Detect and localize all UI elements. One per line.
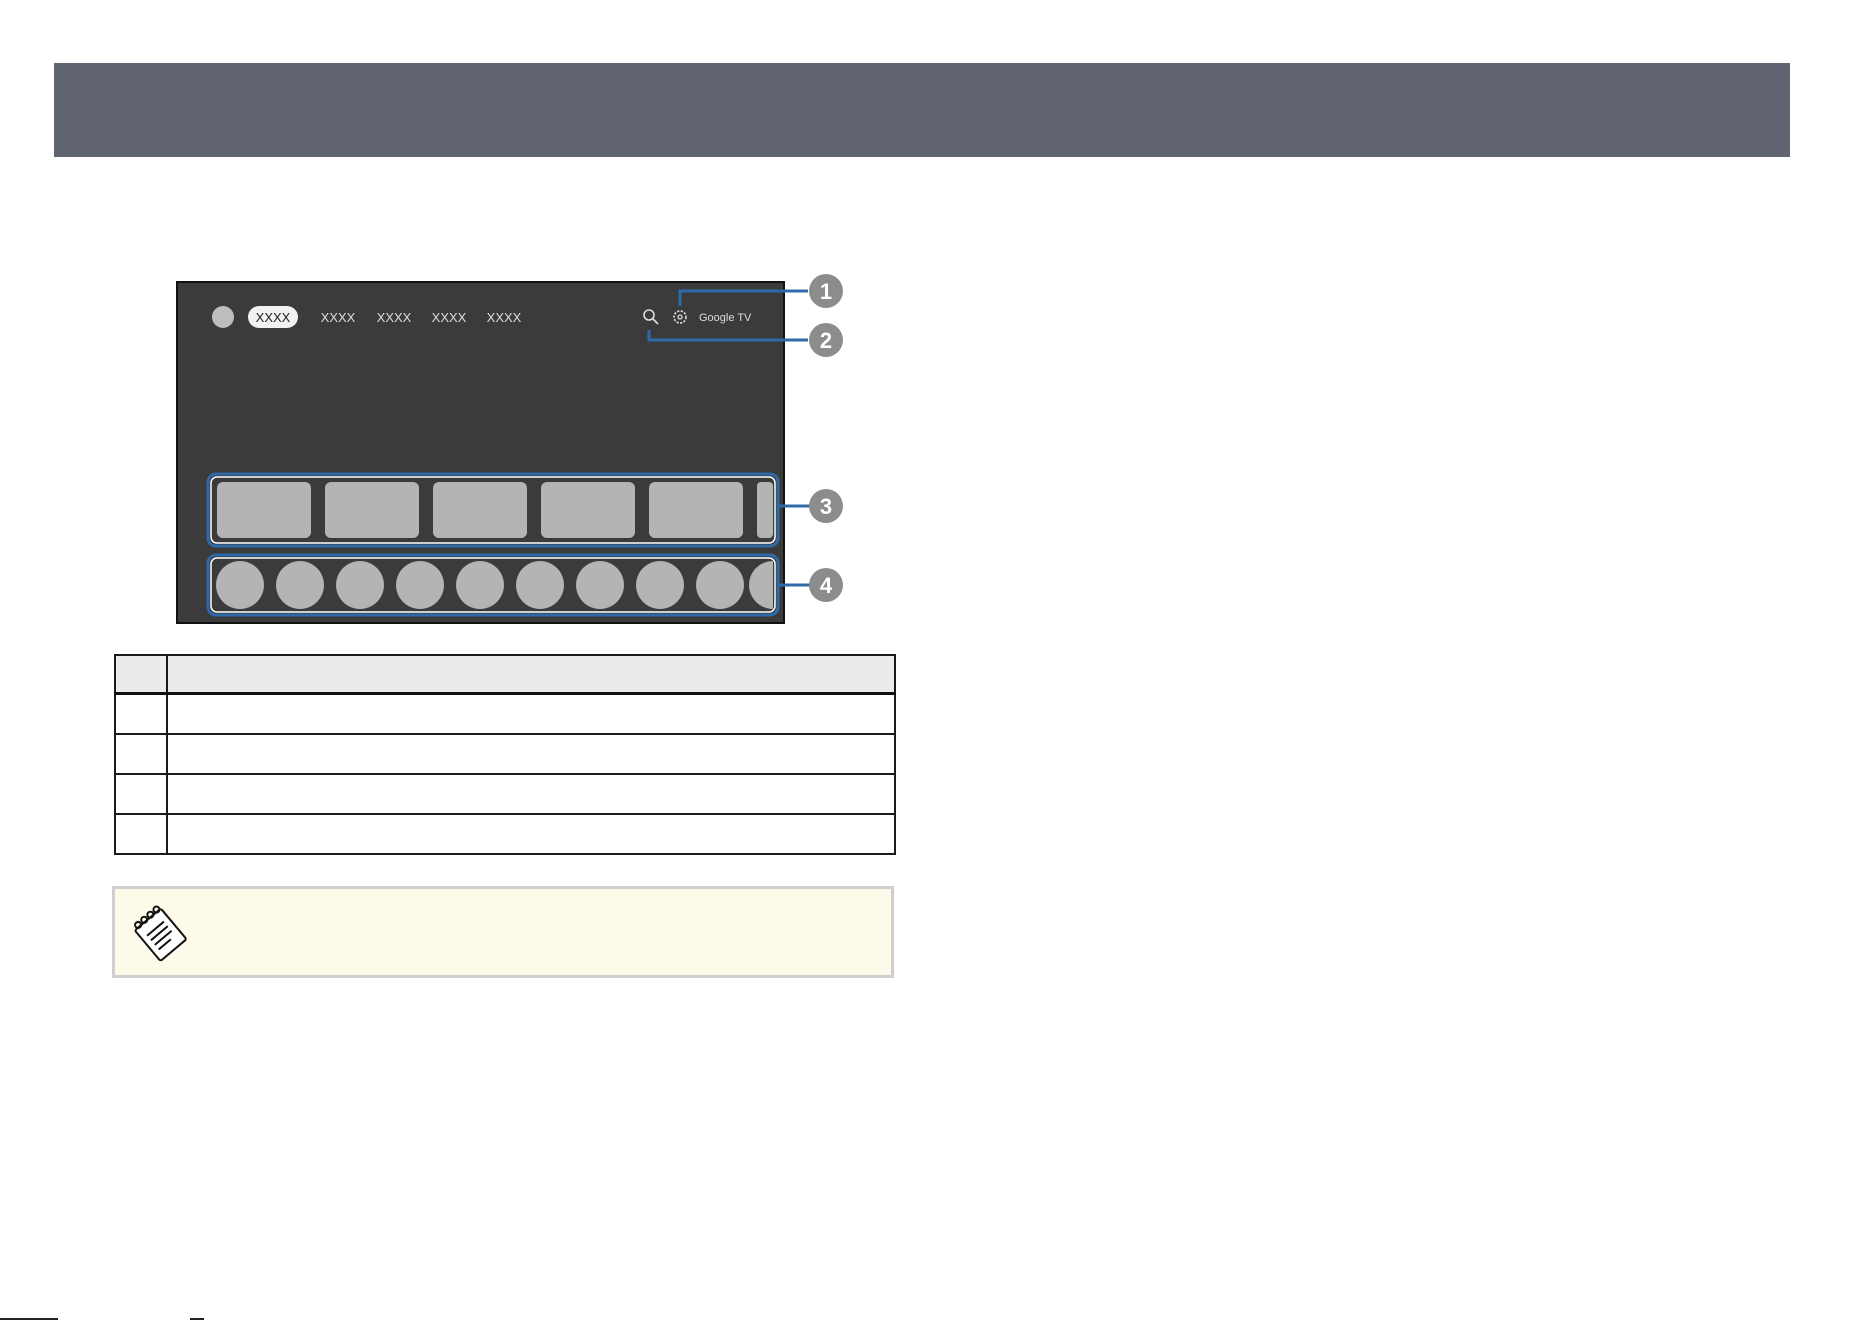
legend-cell-description bbox=[166, 692, 896, 735]
callout-badge-2: 2 bbox=[809, 323, 843, 357]
legend-cell-number bbox=[114, 773, 168, 815]
app-tile[interactable] bbox=[325, 482, 419, 538]
app-icon[interactable] bbox=[216, 561, 264, 609]
app-tile[interactable] bbox=[217, 482, 311, 538]
legend-header-row bbox=[114, 654, 896, 695]
callout-badge-4: 4 bbox=[809, 568, 843, 602]
nav-tab-1[interactable]: XXXX bbox=[256, 310, 291, 325]
legend-cell-number bbox=[114, 813, 168, 855]
note-box bbox=[112, 886, 894, 978]
app-icon[interactable] bbox=[276, 561, 324, 609]
app-icon[interactable] bbox=[396, 561, 444, 609]
nav-tab-4[interactable]: XXXX bbox=[432, 310, 467, 325]
legend-cell-description bbox=[166, 773, 896, 815]
app-icon[interactable] bbox=[696, 561, 744, 609]
page-footer-rule bbox=[0, 1318, 58, 1320]
legend-header-number bbox=[114, 654, 168, 695]
callout-badge-3: 3 bbox=[809, 489, 843, 523]
table-row bbox=[114, 773, 896, 815]
legend-cell-description bbox=[166, 733, 896, 775]
table-row bbox=[114, 733, 896, 775]
svg-text:1: 1 bbox=[820, 279, 832, 304]
app-icon[interactable] bbox=[576, 561, 624, 609]
table-row bbox=[114, 813, 896, 855]
memo-pencil-icon bbox=[134, 905, 187, 962]
app-icon[interactable] bbox=[336, 561, 384, 609]
nav-tab-5[interactable]: XXXX bbox=[487, 310, 522, 325]
svg-text:2: 2 bbox=[820, 328, 832, 353]
app-tile[interactable] bbox=[433, 482, 527, 538]
legend-header-description bbox=[166, 654, 896, 695]
app-icon[interactable] bbox=[456, 561, 504, 609]
legend-table bbox=[114, 654, 896, 855]
legend-cell-description bbox=[166, 813, 896, 855]
app-tile-row bbox=[217, 482, 773, 538]
nav-tab-3[interactable]: XXXX bbox=[377, 310, 412, 325]
brand-label: Google TV bbox=[699, 312, 752, 324]
legend-cell-number bbox=[114, 692, 168, 735]
page-footer-mark bbox=[190, 1318, 204, 1320]
app-icon[interactable] bbox=[636, 561, 684, 609]
nav-tab-2[interactable]: XXXX bbox=[321, 310, 356, 325]
profile-avatar[interactable] bbox=[212, 306, 234, 328]
header-band bbox=[54, 63, 1790, 157]
table-row bbox=[114, 692, 896, 735]
app-icon[interactable] bbox=[516, 561, 564, 609]
app-tile[interactable] bbox=[649, 482, 743, 538]
callout-badge-1: 1 bbox=[809, 274, 843, 308]
app-tile[interactable] bbox=[541, 482, 635, 538]
svg-text:4: 4 bbox=[820, 573, 833, 598]
app-tile[interactable] bbox=[757, 482, 773, 538]
legend-cell-number bbox=[114, 733, 168, 775]
svg-text:3: 3 bbox=[820, 494, 832, 519]
